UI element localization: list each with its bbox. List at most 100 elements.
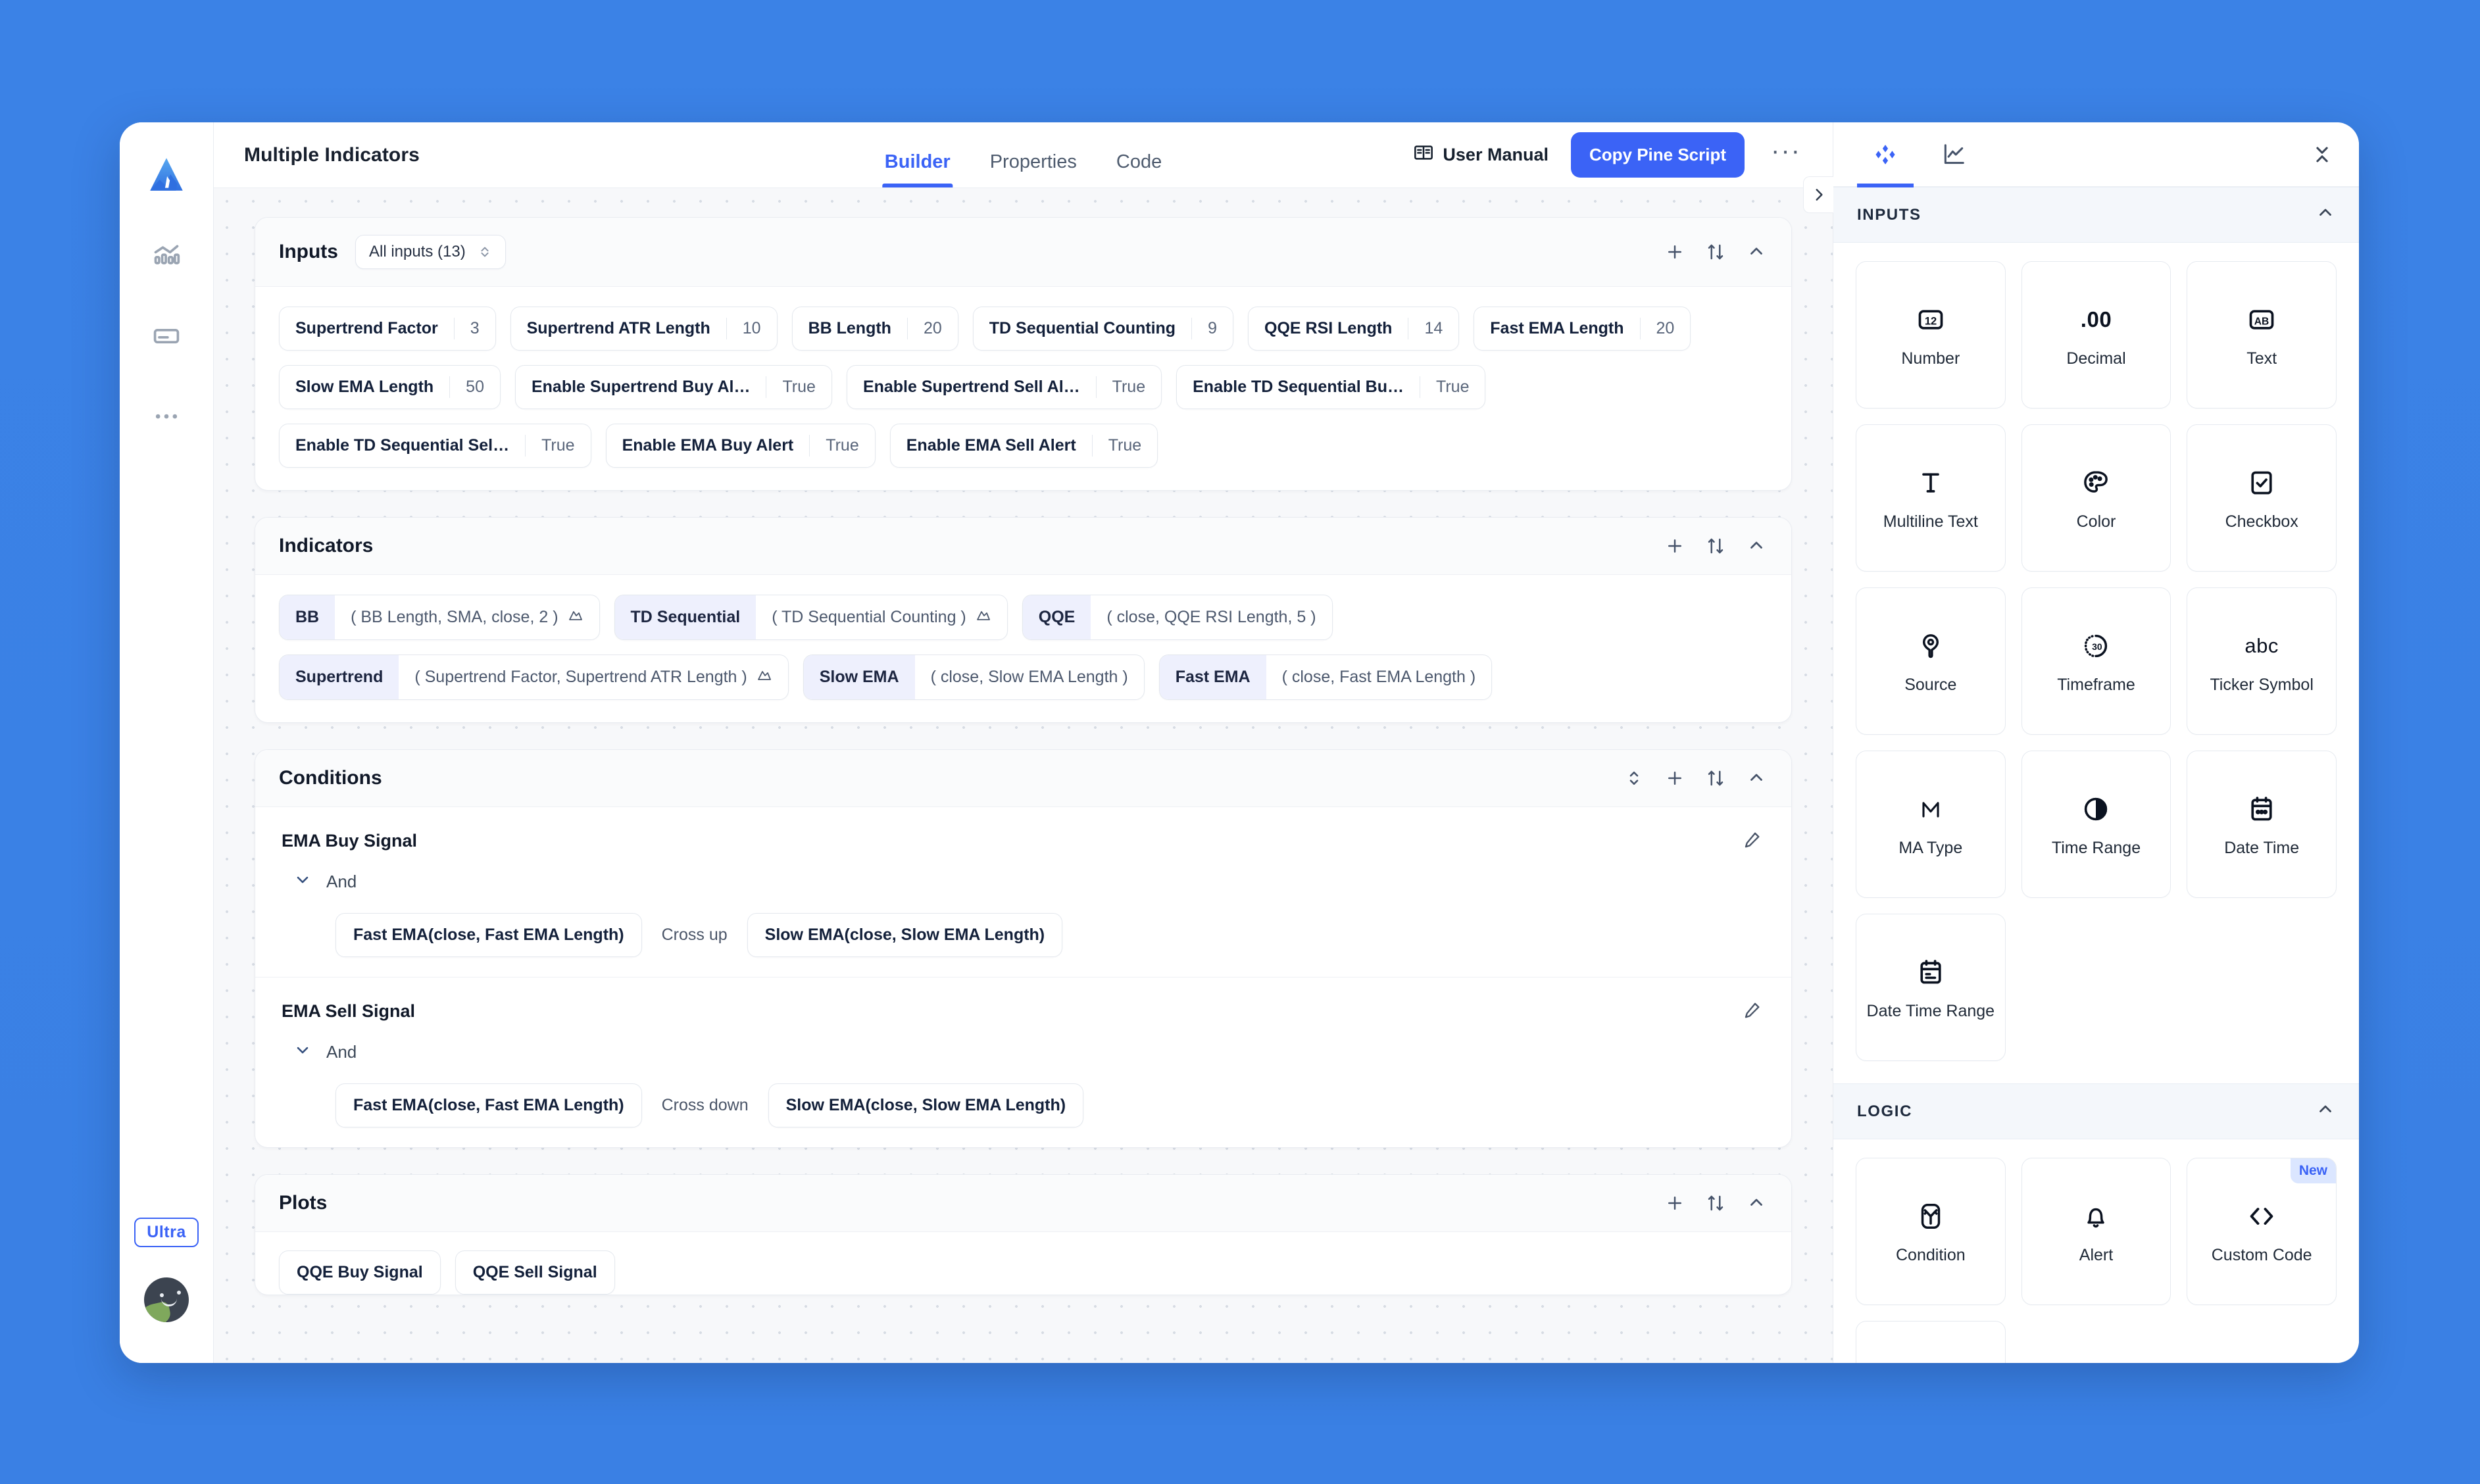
input-chip[interactable]: Fast EMA Length 20 bbox=[1474, 307, 1691, 351]
input-chip[interactable]: QQE RSI Length 14 bbox=[1248, 307, 1460, 351]
chevron-down-icon bbox=[293, 1041, 312, 1064]
panel-section-logic-title: LOGIC bbox=[1857, 1102, 1912, 1120]
collapse-indicators-icon[interactable] bbox=[1745, 535, 1768, 557]
palette-tile[interactable]: Time Range bbox=[2021, 751, 2171, 898]
palette-tile[interactable]: New Custom Code bbox=[2187, 1158, 2337, 1305]
palette-tile-label: Custom Code bbox=[2211, 1245, 2312, 1264]
palette-tile-label: Timeframe bbox=[2057, 675, 2135, 694]
indicator-chip[interactable]: QQE ( close, QQE RSI Length, 5 ) bbox=[1022, 595, 1333, 640]
indicator-chip[interactable]: Slow EMA ( close, Slow EMA Length ) bbox=[803, 655, 1145, 700]
sidebar-item-chart[interactable] bbox=[142, 232, 191, 280]
sort-plots-icon[interactable] bbox=[1704, 1192, 1727, 1214]
palette-tile[interactable]: .00 Decimal bbox=[2021, 261, 2171, 408]
edit-condition-icon[interactable] bbox=[1743, 1000, 1765, 1022]
input-chip[interactable]: Enable Supertrend Buy Al… True bbox=[514, 365, 832, 409]
indicator-chip[interactable]: TD Sequential ( TD Sequential Counting ) bbox=[614, 595, 1008, 640]
sort-conditions-icon[interactable] bbox=[1704, 767, 1727, 789]
mountain-logo[interactable] bbox=[142, 151, 191, 200]
tab-code[interactable]: Code bbox=[1097, 151, 1181, 187]
plan-badge[interactable]: Ultra bbox=[134, 1218, 199, 1247]
palette-tile-label: MA Type bbox=[1898, 838, 1963, 857]
palette-tile[interactable] bbox=[1856, 1321, 2006, 1363]
add-plot-icon[interactable] bbox=[1664, 1192, 1686, 1214]
condition-group-name: EMA Sell Signal bbox=[282, 1001, 416, 1021]
palette-tile[interactable]: abc Ticker Symbol bbox=[2187, 587, 2337, 735]
palette-tile[interactable]: Condition bbox=[1856, 1158, 2006, 1305]
palette-tile[interactable]: Source bbox=[1856, 587, 2006, 735]
panel-content[interactable]: INPUTS 12 Number .00 Decimal AB Text Multiline… bbox=[1833, 187, 2359, 1363]
palette-tile[interactable]: Color bbox=[2021, 424, 2171, 572]
tab-properties[interactable]: Properties bbox=[970, 151, 1097, 187]
panel-section-inputs-header[interactable]: INPUTS bbox=[1833, 187, 2359, 243]
sidebar-item-more[interactable] bbox=[142, 392, 191, 441]
condition-left-operand[interactable]: Fast EMA(close, Fast EMA Length) bbox=[335, 913, 642, 957]
add-input-icon[interactable] bbox=[1664, 241, 1686, 263]
palette-tile[interactable]: 12 Number bbox=[1856, 261, 2006, 408]
input-chip[interactable]: TD Sequential Counting 9 bbox=[972, 307, 1233, 351]
panel-tab-chart[interactable] bbox=[1925, 131, 1982, 178]
indicator-chip[interactable]: Supertrend ( Supertrend Factor, Supertren… bbox=[279, 655, 789, 700]
sort-inputs-icon[interactable] bbox=[1704, 241, 1727, 263]
time-range-icon bbox=[2081, 791, 2110, 828]
input-chip[interactable]: Enable EMA Sell Alert True bbox=[889, 424, 1158, 468]
palette-tile[interactable]: Checkbox bbox=[2187, 424, 2337, 572]
input-chip[interactable]: Enable TD Sequential Bu… True bbox=[1176, 365, 1486, 409]
condition-operator-group[interactable]: And bbox=[293, 870, 1765, 893]
panel-section-logic-header[interactable]: LOGIC bbox=[1833, 1083, 2359, 1139]
input-chip[interactable]: Supertrend Factor 3 bbox=[279, 307, 496, 351]
edit-condition-icon[interactable] bbox=[1743, 829, 1765, 852]
input-chip[interactable]: Enable Supertrend Sell Al… True bbox=[846, 365, 1162, 409]
input-chip[interactable]: Enable EMA Buy Alert True bbox=[605, 424, 876, 468]
panel-collapse-icon[interactable] bbox=[2309, 141, 2335, 168]
new-badge: New bbox=[2290, 1158, 2336, 1183]
palette-tile[interactable]: 30 Timeframe bbox=[2021, 587, 2171, 735]
tab-builder[interactable]: Builder bbox=[865, 151, 970, 187]
inputs-filter-select[interactable]: All inputs (13) bbox=[355, 235, 506, 269]
conditions-title: Conditions bbox=[279, 767, 382, 789]
sidebar-item-card[interactable] bbox=[142, 312, 191, 360]
avatar[interactable] bbox=[144, 1277, 189, 1322]
panel-tab-blocks[interactable] bbox=[1857, 131, 1914, 187]
condition-operator[interactable]: Cross down bbox=[662, 1096, 749, 1115]
number-box-icon: 12 bbox=[1916, 301, 1945, 338]
condition-branch-icon bbox=[1916, 1198, 1945, 1235]
input-chip-value: 9 bbox=[1208, 319, 1217, 337]
condition-right-operand[interactable]: Slow EMA(close, Slow EMA Length) bbox=[768, 1083, 1084, 1127]
condition-group-operator: And bbox=[326, 1042, 357, 1062]
input-chip[interactable]: Slow EMA Length 50 bbox=[279, 365, 501, 409]
collapse-inputs-icon[interactable] bbox=[1745, 241, 1768, 263]
add-condition-icon[interactable] bbox=[1664, 767, 1686, 789]
panel-expand-handle[interactable] bbox=[1803, 176, 1833, 213]
palette-tile[interactable]: MA Type bbox=[1856, 751, 2006, 898]
main-tabs: Builder Properties Code bbox=[865, 122, 1181, 187]
reorder-conditions-icon[interactable] bbox=[1623, 767, 1645, 789]
input-chip[interactable]: BB Length 20 bbox=[791, 307, 958, 351]
palette-tile[interactable]: Multiline Text bbox=[1856, 424, 2006, 572]
input-chip-value: 3 bbox=[470, 319, 480, 337]
condition-operator-group[interactable]: And bbox=[293, 1041, 1765, 1064]
palette-tile[interactable]: AB Text bbox=[2187, 261, 2337, 408]
input-chip-value: 50 bbox=[466, 378, 484, 396]
header-more-icon[interactable]: ··· bbox=[1767, 137, 1805, 165]
indicator-chip[interactable]: BB ( BB Length, SMA, close, 2 ) bbox=[279, 595, 600, 640]
input-chip[interactable]: Enable TD Sequential Sel… True bbox=[279, 424, 591, 468]
palette-tile[interactable]: Alert bbox=[2021, 1158, 2171, 1305]
plot-chip[interactable]: QQE Buy Signal bbox=[279, 1250, 441, 1295]
indicator-chip[interactable]: Fast EMA ( close, Fast EMA Length ) bbox=[1158, 655, 1493, 700]
palette-tile[interactable]: Date Time Range bbox=[1856, 914, 2006, 1061]
condition-right-operand[interactable]: Slow EMA(close, Slow EMA Length) bbox=[747, 913, 1063, 957]
condition-left-operand[interactable]: Fast EMA(close, Fast EMA Length) bbox=[335, 1083, 642, 1127]
copy-pine-script-button[interactable]: Copy Pine Script bbox=[1570, 132, 1745, 178]
indicator-chip-args-wrap: ( close, Fast EMA Length ) bbox=[1266, 655, 1492, 699]
palette-tile-label: Alert bbox=[2079, 1245, 2114, 1264]
palette-tile[interactable]: Date Time bbox=[2187, 751, 2337, 898]
add-indicator-icon[interactable] bbox=[1664, 535, 1686, 557]
collapse-plots-icon[interactable] bbox=[1745, 1192, 1768, 1214]
collapse-conditions-icon[interactable] bbox=[1745, 767, 1768, 789]
user-manual-button[interactable]: User Manual bbox=[1413, 142, 1549, 168]
chevron-updown-icon bbox=[478, 243, 492, 260]
condition-operator[interactable]: Cross up bbox=[662, 926, 728, 945]
sort-indicators-icon[interactable] bbox=[1704, 535, 1727, 557]
plot-chip[interactable]: QQE Sell Signal bbox=[455, 1250, 615, 1295]
input-chip[interactable]: Supertrend ATR Length 10 bbox=[510, 307, 778, 351]
